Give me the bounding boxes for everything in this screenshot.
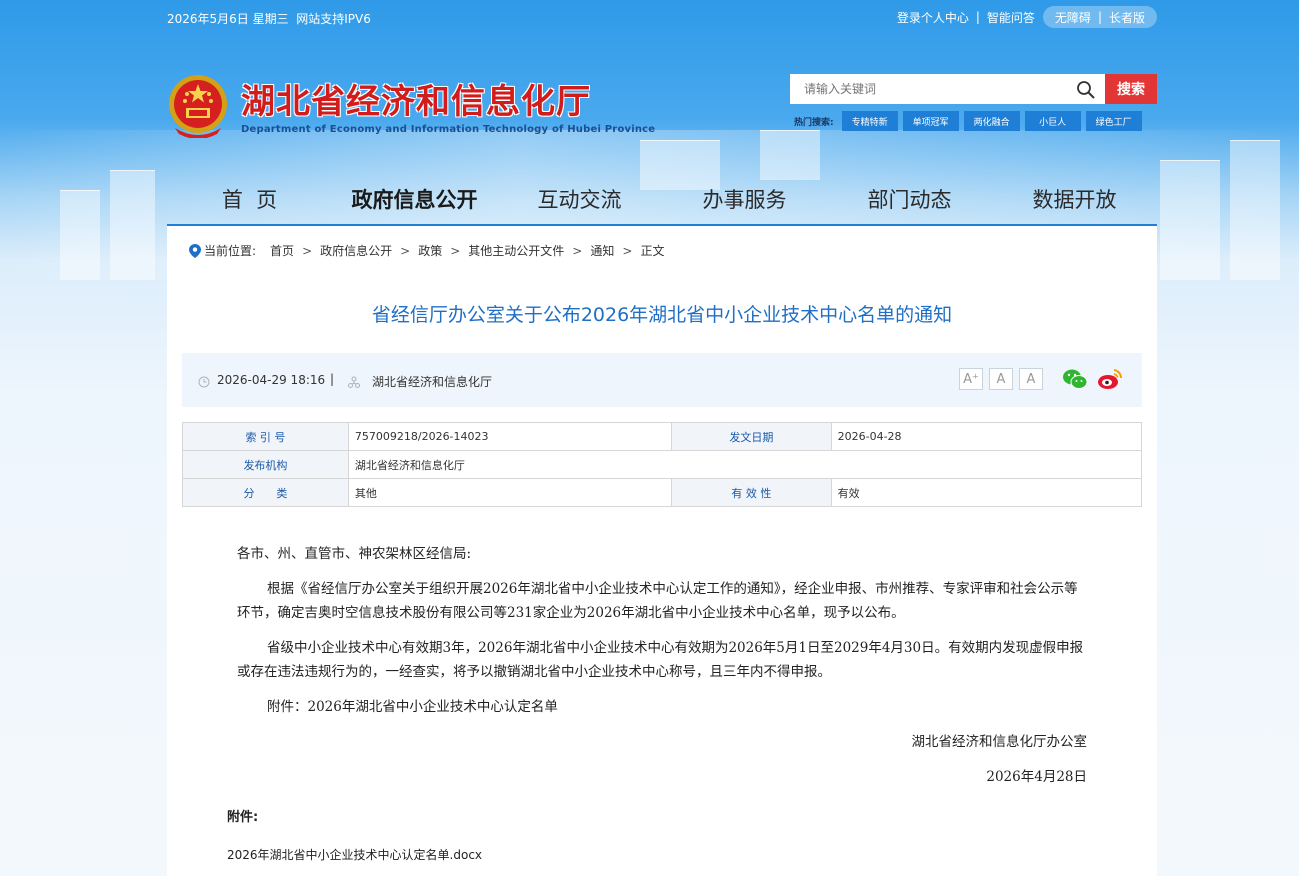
font-increase-button[interactable]: A⁺ bbox=[959, 368, 983, 390]
breadcrumb-sep: > bbox=[572, 243, 583, 258]
breadcrumb-sep: > bbox=[400, 243, 411, 258]
clock-icon bbox=[198, 376, 210, 388]
hot-tag[interactable]: 小巨人 bbox=[1024, 111, 1081, 131]
nav-home[interactable]: 首 页 bbox=[167, 176, 332, 224]
meta-divider: | bbox=[330, 372, 335, 386]
organization-icon bbox=[348, 376, 360, 388]
paragraph: 根据《省经信厅办公室关于组织开展2026年湖北省中小企业技术中心认定工作的通知》… bbox=[237, 581, 1078, 621]
top-links: 登录个人中心 | 智能问答 无障碍 | 长者版 bbox=[897, 6, 1157, 28]
nav-open-data[interactable]: 数据开放 bbox=[992, 176, 1157, 224]
index-value: 757009218/2026-14023 bbox=[347, 422, 673, 451]
breadcrumb-label: 当前位置: bbox=[204, 244, 257, 258]
main-nav: 首 页 政府信息公开 互动交流 办事服务 部门动态 数据开放 bbox=[167, 176, 1157, 226]
index-label: 索 引 号 bbox=[182, 422, 349, 451]
breadcrumb-item[interactable]: 政府信息公开 bbox=[320, 242, 392, 259]
wechat-share-icon[interactable] bbox=[1062, 367, 1088, 391]
validity-value: 有效 bbox=[830, 478, 1143, 507]
national-emblem-icon bbox=[169, 75, 227, 138]
publish-org: 湖北省经济和信息化厅 bbox=[372, 375, 493, 389]
breadcrumb: 当前位置: 首页 > 政府信息公开 > 政策 > 其他主动公开文件 > 通知 >… bbox=[189, 242, 664, 259]
table-row: 发布机构 湖北省经济和信息化厅 bbox=[182, 450, 1143, 479]
nav-interaction[interactable]: 互动交流 bbox=[497, 176, 662, 224]
search-icon[interactable] bbox=[1076, 80, 1096, 100]
ipv6-notice: 网站支持IPV6 bbox=[296, 12, 371, 26]
search-input[interactable] bbox=[790, 74, 1105, 104]
login-link[interactable]: 登录个人中心 bbox=[897, 9, 969, 26]
validity-label: 有 效 性 bbox=[671, 478, 832, 507]
nav-services[interactable]: 办事服务 bbox=[662, 176, 827, 224]
publish-datetime: 2026-04-29 18:16 bbox=[217, 373, 326, 387]
hot-tag[interactable]: 专精特新 bbox=[841, 111, 898, 131]
hot-tag[interactable]: 绿色工厂 bbox=[1085, 111, 1142, 131]
table-row: 索 引 号 757009218/2026-14023 发文日期 2026-04-… bbox=[182, 422, 1143, 451]
breadcrumb-item[interactable]: 其他主动公开文件 bbox=[468, 242, 564, 259]
search-button[interactable]: 搜索 bbox=[1105, 74, 1157, 104]
nav-dept-news[interactable]: 部门动态 bbox=[827, 176, 992, 224]
hot-tag[interactable]: 单项冠军 bbox=[902, 111, 959, 131]
font-decrease-button[interactable]: A bbox=[1019, 368, 1043, 390]
breadcrumb-item: 正文 bbox=[640, 244, 665, 258]
font-default-button[interactable]: A bbox=[989, 368, 1013, 390]
elder-mode-link[interactable]: 长者版 bbox=[1109, 9, 1145, 26]
issue-date-value: 2026-04-28 bbox=[830, 422, 1143, 451]
hot-search-label: 热门搜索: bbox=[794, 117, 834, 128]
hot-search: 热门搜索: 专精特新 单项冠军 两化融合 小巨人 绿色工厂 bbox=[794, 111, 1147, 131]
smart-qa-link[interactable]: 智能问答 bbox=[987, 9, 1035, 26]
category-label: 分 类 bbox=[182, 478, 349, 507]
category-value: 其他 bbox=[347, 478, 673, 507]
breadcrumb-item[interactable]: 首页 bbox=[270, 242, 294, 259]
top-bar: 2026年5月6日 星期三 网站支持IPV6 登录个人中心 | 智能问答 无障碍… bbox=[167, 0, 1157, 34]
hot-tag[interactable]: 两化融合 bbox=[963, 111, 1020, 131]
main-content: 当前位置: 首页 > 政府信息公开 > 政策 > 其他主动公开文件 > 通知 >… bbox=[167, 226, 1157, 876]
signature: 湖北省经济和信息化厅办公室 bbox=[911, 734, 1088, 750]
article-meta-bar: 2026-04-29 18:16 | 湖北省经济和信息化厅 A⁺ A A bbox=[182, 353, 1142, 407]
publisher-value: 湖北省经济和信息化厅 bbox=[347, 450, 1143, 479]
current-date: 2026年5月6日 星期三 bbox=[167, 12, 289, 26]
document-info-table: 索 引 号 757009218/2026-14023 发文日期 2026-04-… bbox=[182, 422, 1143, 507]
attachment-label: 附件: bbox=[227, 810, 259, 825]
divider: | bbox=[1097, 10, 1102, 24]
paragraph: 省级中小企业技术中心有效期3年，2026年湖北省中小企业技术中心有效期为2026… bbox=[237, 640, 1084, 680]
top-date: 2026年5月6日 星期三 网站支持IPV6 bbox=[167, 10, 371, 27]
site-title-en: Department of Economy and Information Te… bbox=[241, 124, 656, 135]
breadcrumb-sep: > bbox=[622, 243, 633, 258]
location-pin-icon bbox=[189, 243, 201, 258]
accessibility-pill: 无障碍 | 长者版 bbox=[1042, 6, 1157, 28]
weibo-share-icon[interactable] bbox=[1097, 367, 1123, 391]
table-row: 分 类 其他 有 效 性 有效 bbox=[182, 478, 1143, 507]
article-body: 各市、州、直管市、神农架林区经信局: 根据《省经信厅办公室关于组织开展2026年… bbox=[237, 542, 1087, 800]
breadcrumb-sep: > bbox=[450, 243, 461, 258]
attachment-link[interactable]: 2026年湖北省中小企业技术中心认定名单.docx bbox=[227, 846, 482, 863]
accessibility-link[interactable]: 无障碍 bbox=[1055, 9, 1091, 26]
breadcrumb-sep: > bbox=[302, 243, 313, 258]
publisher-label: 发布机构 bbox=[182, 450, 349, 479]
nav-gov-info[interactable]: 政府信息公开 bbox=[332, 176, 497, 224]
search-box: 搜索 bbox=[790, 74, 1157, 104]
issue-date-label: 发文日期 bbox=[671, 422, 832, 451]
salutation: 各市、州、直管市、神农架林区经信局: bbox=[237, 546, 472, 562]
signature-date: 2026年4月28日 bbox=[986, 769, 1087, 785]
breadcrumb-item[interactable]: 通知 bbox=[590, 242, 614, 259]
breadcrumb-item[interactable]: 政策 bbox=[418, 242, 442, 259]
site-title-cn: 湖北省经济和信息化厅 bbox=[241, 82, 591, 122]
article-title: 省经信厅办公室关于公布2026年湖北省中小企业技术中心名单的通知 bbox=[371, 304, 953, 326]
divider: | bbox=[975, 10, 980, 24]
paragraph-attachment-note: 附件：2026年湖北省中小企业技术中心认定名单 bbox=[267, 699, 558, 715]
